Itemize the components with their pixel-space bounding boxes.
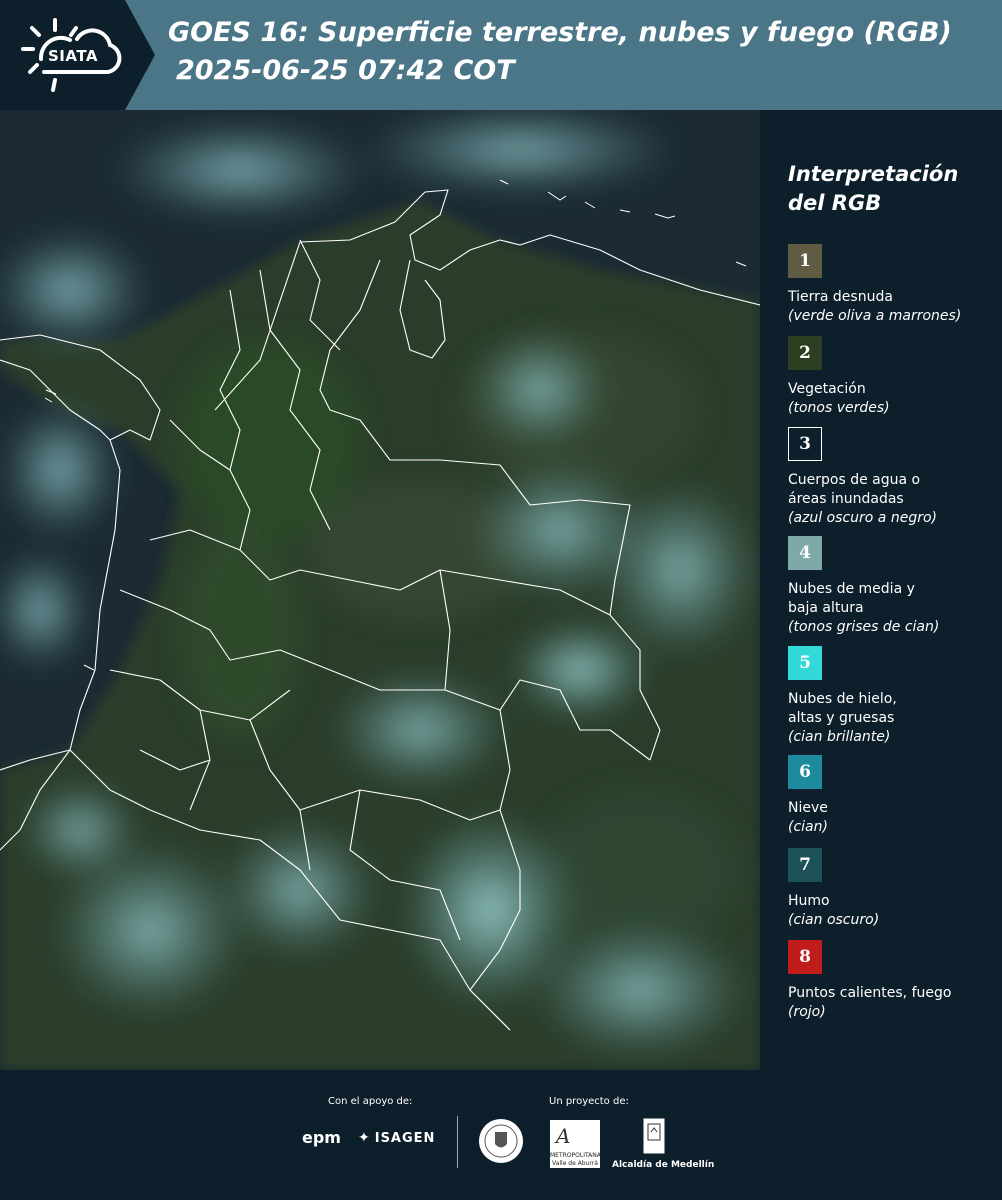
legend-item-label: Cuerpos de agua o (788, 472, 921, 488)
legend-title-line2: del RGB (788, 191, 882, 215)
title-datetime: 2025-06-25 07:42 COT (176, 55, 515, 86)
legend-item-3: 3 Cuerpos de agua o áreas inundadas (azul o… (788, 427, 1000, 528)
legend-swatch: 3 (788, 427, 822, 461)
legend-item-description: (cian brillante) (788, 729, 891, 745)
legend-item-4: 4 Nubes de media y baja altura (tonos grise… (788, 536, 1000, 637)
page-title: GOES 16: Superficie terrestre, nubes y f… (168, 14, 998, 90)
isagen-mark-icon: ✦ (358, 1130, 371, 1146)
legend-swatch: 2 (788, 336, 822, 370)
legend-item-label: Puntos calientes, fuego (788, 985, 952, 1001)
project-label: Un proyecto de: (549, 1096, 629, 1107)
legend-panel: Interpretación del RGB 1 Tierra desnuda (v… (760, 110, 1002, 1070)
alcaldia-shield-icon[interactable] (643, 1118, 665, 1154)
alcaldia-name: Alcaldía de Medellín (612, 1160, 715, 1170)
legend-swatch: 8 (788, 940, 822, 974)
legend-item-label: Humo (788, 893, 830, 909)
support-label: Con el apoyo de: (328, 1096, 413, 1107)
legend-item-description: (cian) (788, 819, 828, 835)
legend-item-1: 1 Tierra desnuda (verde oliva a marrones) (788, 244, 1000, 326)
legend-item-8: 8 Puntos calientes, fuego (rojo) (788, 940, 1000, 1022)
legend-swatch: 1 (788, 244, 822, 278)
legend-item-description: (tonos verdes) (788, 400, 890, 416)
footer-divider (457, 1116, 458, 1168)
isagen-logo-text: ISAGEN (374, 1130, 436, 1146)
legend-item-6: 6 Nieve (cian) (788, 755, 1000, 837)
footer-sponsors: Con el apoyo de: Un proyecto de: epm ✦ I… (0, 1070, 1002, 1200)
legend-item-7: 7 Humo (cian oscuro) (788, 848, 1000, 930)
area-metropolitana-logo[interactable]: A METROPOLITANA Valle de Aburrá (550, 1120, 601, 1168)
legend-item-label: Tierra desnuda (788, 289, 893, 305)
amva-subname: Valle de Aburrá (552, 1160, 598, 1167)
amva-name: METROPOLITANA (550, 1152, 601, 1159)
legend-swatch: 5 (788, 646, 822, 680)
legend-item-description: (verde oliva a marrones) (788, 308, 962, 324)
legend-item-label: Nubes de media y (788, 581, 915, 597)
legend-item-label-2: áreas inundadas (788, 491, 904, 507)
legend-title-line1: Interpretación (788, 162, 959, 186)
satellite-map[interactable] (0, 110, 760, 1070)
rgb-composite-image (0, 110, 760, 1070)
legend-item-label: Vegetación (788, 381, 866, 397)
isagen-logo[interactable]: ✦ ISAGEN (358, 1130, 435, 1146)
epm-logo-text: epm (302, 1128, 341, 1147)
legend-item-description: (rojo) (788, 1004, 826, 1020)
siata-logo-text: SIATA (48, 47, 99, 65)
legend-item-description: (azul oscuro a negro) (788, 510, 937, 526)
legend-item-5: 5 Nubes de hielo, altas y gruesas (cian bri… (788, 646, 1000, 747)
legend-item-label-2: baja altura (788, 600, 864, 616)
siata-logo: SIATA (14, 14, 126, 96)
legend-item-description: (tonos grises de cian) (788, 619, 940, 635)
epm-logo[interactable]: epm (302, 1128, 341, 1147)
legend-item-label: Nubes de hielo, (788, 691, 897, 707)
header-bar: SIATA GOES 16: Superficie terrestre, nub… (0, 0, 1002, 110)
medellin-seal-icon[interactable] (478, 1118, 524, 1164)
amva-signature-icon: A (556, 1124, 571, 1148)
legend-item-label-2: altas y gruesas (788, 710, 895, 726)
title-product: GOES 16: Superficie terrestre, nubes y f… (168, 17, 952, 48)
legend-item-2: 2 Vegetación (tonos verdes) (788, 336, 1000, 418)
legend-item-label: Nieve (788, 800, 828, 816)
legend-swatch: 6 (788, 755, 822, 789)
legend-swatch: 7 (788, 848, 822, 882)
legend-item-description: (cian oscuro) (788, 912, 880, 928)
legend-swatch: 4 (788, 536, 822, 570)
legend-title: Interpretación del RGB (788, 160, 998, 218)
